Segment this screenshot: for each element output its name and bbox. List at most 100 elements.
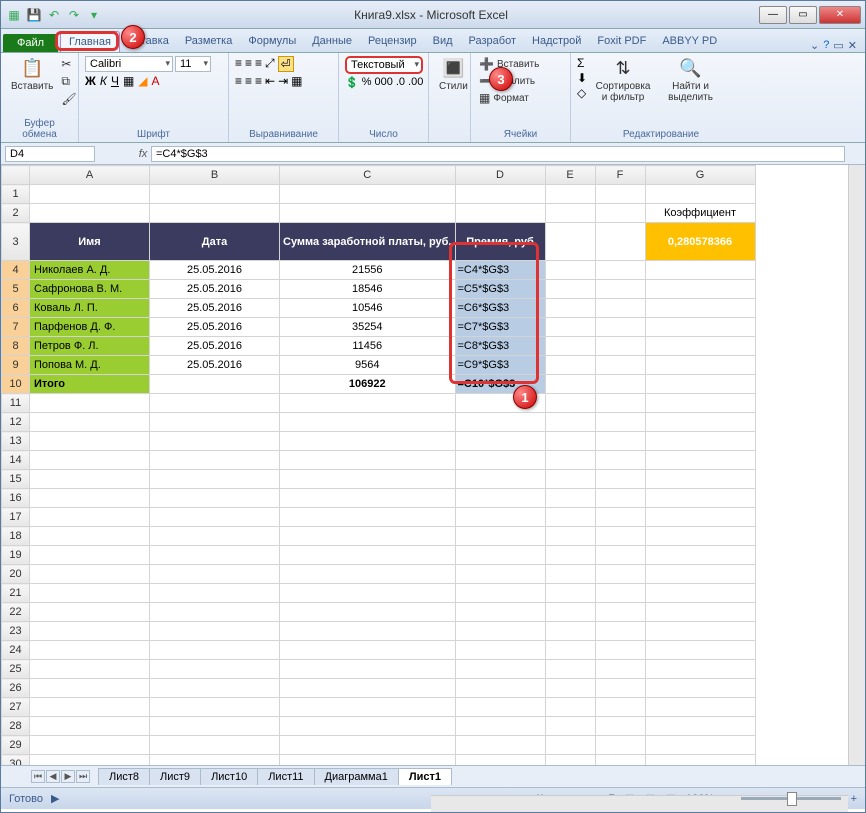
cell[interactable] bbox=[150, 489, 280, 508]
cell[interactable]: Имя bbox=[30, 223, 150, 261]
row-header-1[interactable]: 1 bbox=[2, 185, 30, 204]
macro-icon[interactable]: ▶ bbox=[51, 792, 59, 805]
align-right-button[interactable]: ≡ bbox=[255, 74, 262, 88]
zoom-slider[interactable] bbox=[741, 797, 841, 800]
cell[interactable] bbox=[595, 679, 645, 698]
cell[interactable] bbox=[280, 470, 456, 489]
cell[interactable] bbox=[280, 508, 456, 527]
cell[interactable] bbox=[595, 185, 645, 204]
cell[interactable] bbox=[455, 432, 545, 451]
sheet-tab-Диаграмма1[interactable]: Диаграмма1 bbox=[314, 768, 399, 785]
cell[interactable] bbox=[645, 717, 755, 736]
help-icon[interactable]: ? bbox=[823, 39, 829, 52]
cell[interactable] bbox=[150, 527, 280, 546]
row-header-19[interactable]: 19 bbox=[2, 546, 30, 565]
cell[interactable] bbox=[30, 565, 150, 584]
cell[interactable]: Попова М. Д. bbox=[30, 356, 150, 375]
cell[interactable] bbox=[455, 736, 545, 755]
cell[interactable] bbox=[645, 337, 755, 356]
cell[interactable] bbox=[645, 280, 755, 299]
cell[interactable] bbox=[645, 622, 755, 641]
cell[interactable] bbox=[645, 470, 755, 489]
cell[interactable] bbox=[30, 660, 150, 679]
indent-dec-button[interactable]: ⇤ bbox=[265, 74, 275, 88]
cell[interactable] bbox=[595, 508, 645, 527]
cell[interactable]: 25.05.2016 bbox=[150, 337, 280, 356]
cell[interactable]: =C10*$G$3 bbox=[455, 375, 545, 394]
cell[interactable] bbox=[30, 527, 150, 546]
bold-button[interactable]: Ж bbox=[85, 74, 96, 88]
ribbon-opts-icon[interactable]: ▭ bbox=[833, 39, 843, 52]
cell[interactable] bbox=[455, 489, 545, 508]
cell[interactable] bbox=[595, 584, 645, 603]
row-header-28[interactable]: 28 bbox=[2, 717, 30, 736]
cell[interactable] bbox=[595, 337, 645, 356]
cell[interactable] bbox=[150, 641, 280, 660]
cell[interactable] bbox=[545, 337, 595, 356]
percent-button[interactable]: % bbox=[362, 76, 372, 89]
cell[interactable] bbox=[595, 413, 645, 432]
ribbon-tab-1[interactable]: Вставка bbox=[120, 31, 177, 52]
cell[interactable] bbox=[595, 755, 645, 766]
cell[interactable]: Сафронова В. М. bbox=[30, 280, 150, 299]
cell[interactable] bbox=[595, 622, 645, 641]
cell[interactable] bbox=[30, 584, 150, 603]
ribbon-tab-0[interactable]: Главная bbox=[60, 31, 120, 52]
cell[interactable] bbox=[595, 641, 645, 660]
cell[interactable] bbox=[595, 546, 645, 565]
cell[interactable] bbox=[30, 546, 150, 565]
cell[interactable] bbox=[280, 584, 456, 603]
minimize-ribbon-icon[interactable]: ⌄ bbox=[810, 39, 819, 52]
name-box[interactable]: D4 bbox=[5, 146, 95, 162]
cell[interactable] bbox=[645, 432, 755, 451]
save-icon[interactable]: 💾 bbox=[25, 6, 43, 24]
cell[interactable] bbox=[280, 413, 456, 432]
sheet-tab-Лист1[interactable]: Лист1 bbox=[398, 768, 452, 785]
cell[interactable] bbox=[595, 451, 645, 470]
row-header-26[interactable]: 26 bbox=[2, 679, 30, 698]
cell[interactable] bbox=[545, 375, 595, 394]
ribbon-tab-3[interactable]: Формулы bbox=[240, 31, 304, 52]
cell[interactable]: 0,280578366 bbox=[645, 223, 755, 261]
cell[interactable] bbox=[150, 755, 280, 766]
cell[interactable] bbox=[545, 280, 595, 299]
cell[interactable] bbox=[645, 375, 755, 394]
cell[interactable] bbox=[455, 622, 545, 641]
merge-button[interactable]: ▦ bbox=[291, 74, 302, 88]
cell[interactable] bbox=[595, 375, 645, 394]
col-header-F[interactable]: F bbox=[595, 166, 645, 185]
cell[interactable] bbox=[645, 318, 755, 337]
cell[interactable] bbox=[545, 204, 595, 223]
cell[interactable] bbox=[280, 451, 456, 470]
cell[interactable] bbox=[150, 736, 280, 755]
cell[interactable] bbox=[545, 223, 595, 261]
cell[interactable] bbox=[545, 299, 595, 318]
cell[interactable] bbox=[30, 489, 150, 508]
cell[interactable] bbox=[30, 413, 150, 432]
cell[interactable]: 11456 bbox=[280, 337, 456, 356]
cell[interactable] bbox=[455, 546, 545, 565]
sheet-tab-Лист10[interactable]: Лист10 bbox=[200, 768, 258, 785]
cell[interactable] bbox=[645, 660, 755, 679]
cell[interactable] bbox=[595, 660, 645, 679]
cell[interactable] bbox=[150, 508, 280, 527]
cell[interactable] bbox=[645, 356, 755, 375]
cell[interactable]: Премия, руб bbox=[455, 223, 545, 261]
row-header-8[interactable]: 8 bbox=[2, 337, 30, 356]
cell[interactable] bbox=[30, 641, 150, 660]
cell[interactable] bbox=[595, 470, 645, 489]
cell[interactable] bbox=[455, 394, 545, 413]
col-header-B[interactable]: B bbox=[150, 166, 280, 185]
ribbon-tab-8[interactable]: Надстрой bbox=[524, 31, 589, 52]
align-bot-button[interactable]: ≡ bbox=[255, 56, 262, 72]
cell[interactable] bbox=[455, 660, 545, 679]
row-header-18[interactable]: 18 bbox=[2, 527, 30, 546]
cell[interactable] bbox=[150, 394, 280, 413]
cell[interactable]: 9564 bbox=[280, 356, 456, 375]
cell[interactable] bbox=[280, 755, 456, 766]
select-all-corner[interactable] bbox=[2, 166, 30, 185]
cell[interactable]: Коваль Л. П. bbox=[30, 299, 150, 318]
col-header-D[interactable]: D bbox=[455, 166, 545, 185]
cell[interactable] bbox=[545, 394, 595, 413]
cell[interactable] bbox=[645, 546, 755, 565]
